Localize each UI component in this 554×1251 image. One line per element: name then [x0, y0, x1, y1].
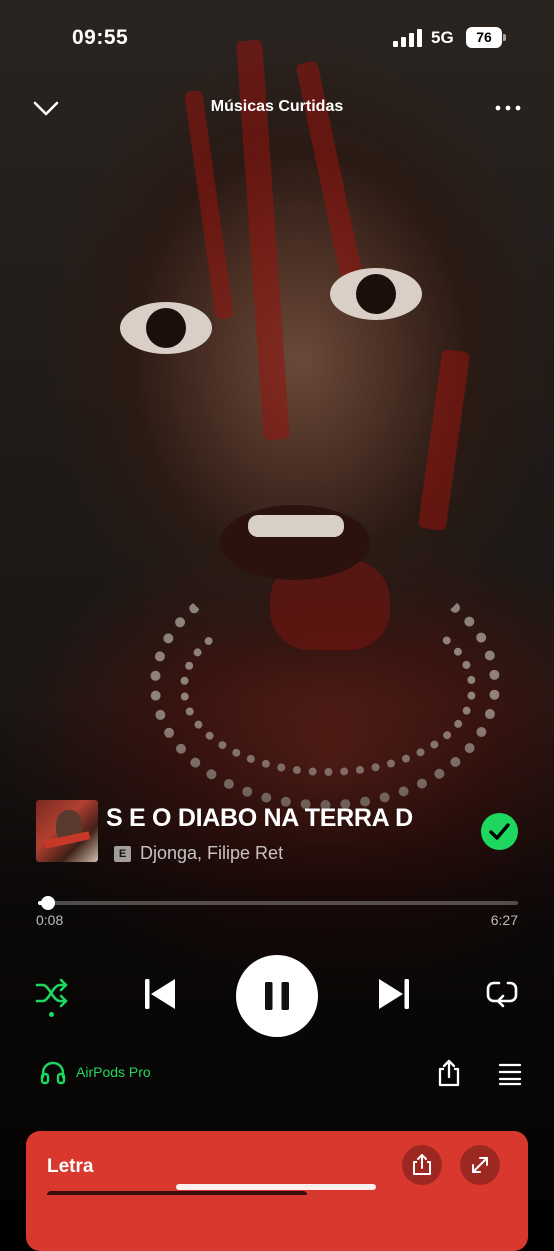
status-bar: 09:55 5G 76 [0, 22, 554, 54]
queue-icon[interactable] [497, 1060, 523, 1086]
headphones-icon[interactable] [40, 1060, 66, 1086]
battery-cap [503, 34, 506, 41]
expand-icon [472, 1157, 488, 1173]
share-icon [413, 1154, 431, 1175]
playback-progress: 0:08 6:27 [0, 896, 554, 936]
lyrics-text-peek [47, 1191, 307, 1205]
skip-previous-icon[interactable] [142, 975, 178, 1013]
playlist-title: Músicas Curtidas [210, 98, 344, 115]
player-header: Músicas Curtidas [0, 88, 554, 128]
pause-button[interactable] [236, 955, 318, 1037]
lyrics-label: Letra [47, 1156, 94, 1177]
share-icon[interactable] [436, 1058, 462, 1088]
song-title[interactable]: S E O DIABO NA TERRA D [106, 804, 450, 833]
artist-names[interactable]: Djonga, Filipe Ret [140, 843, 283, 864]
total-time: 6:27 [490, 912, 518, 928]
track-info: S E O DIABO NA TERRA D E Djonga, Filipe … [0, 798, 554, 868]
home-indicator [176, 1184, 376, 1190]
playback-controls [0, 955, 554, 1037]
progress-bar[interactable] [38, 896, 518, 910]
status-time: 09:55 [72, 26, 129, 49]
lyrics-card[interactable]: Letra [26, 1131, 528, 1251]
more-horizontal-icon[interactable] [494, 96, 522, 120]
progress-handle[interactable] [41, 896, 56, 910]
repeat-icon[interactable] [484, 977, 520, 1009]
connected-device-label[interactable]: AirPods Pro [76, 1064, 151, 1080]
shuffle-icon[interactable] [34, 977, 70, 1009]
explicit-badge: E [114, 846, 131, 862]
skip-next-icon[interactable] [376, 975, 412, 1013]
lyrics-share-button[interactable] [402, 1145, 442, 1185]
signal-icon [393, 29, 422, 47]
network-label: 5G [431, 28, 454, 47]
pause-icon [265, 982, 289, 1010]
elapsed-time: 0:08 [36, 912, 64, 928]
check-circle-icon[interactable] [481, 813, 518, 850]
shuffle-active-dot [49, 1012, 54, 1017]
battery-indicator: 76 [466, 27, 502, 48]
device-row: AirPods Pro [0, 1056, 554, 1090]
lyrics-expand-button[interactable] [460, 1145, 500, 1185]
album-cover-thumbnail[interactable] [36, 800, 98, 862]
